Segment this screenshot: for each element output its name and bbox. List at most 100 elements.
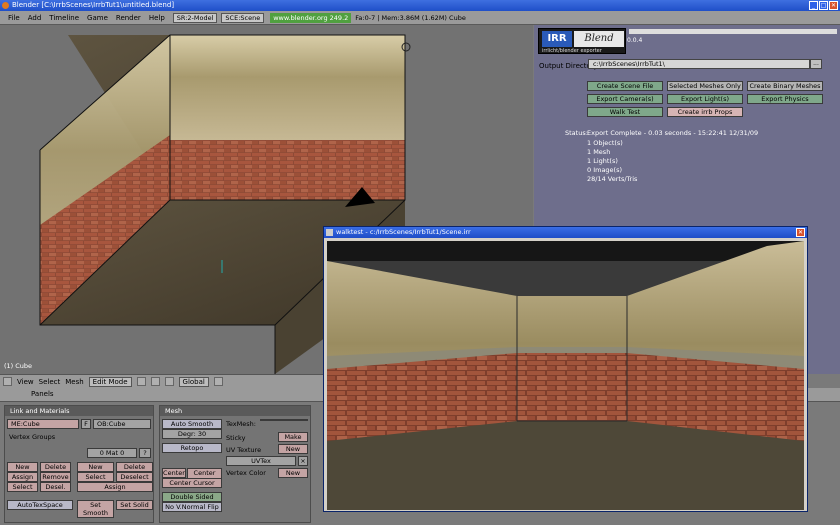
minimize-button[interactable]: _ — [809, 1, 818, 10]
vgroup-select-button[interactable]: Select — [7, 482, 38, 492]
center-button[interactable]: Center — [162, 468, 186, 478]
menu-add[interactable]: Add — [24, 11, 46, 25]
uvtex-delete-button[interactable]: × — [298, 456, 308, 466]
pivot-icon[interactable] — [150, 377, 160, 386]
vertex-color-label: Vertex Color — [226, 469, 266, 477]
walktest-title-bar: walktest - c:/IrrbScenes/IrrbTut1/Scene.… — [324, 227, 807, 238]
status-line: Export Complete - 0.03 seconds - 15:22:4… — [587, 129, 759, 137]
vgroup-new-button[interactable]: New — [7, 462, 38, 472]
menu-help[interactable]: Help — [145, 11, 169, 25]
status-line: 1 Mesh — [587, 148, 611, 156]
status-line: 1 Object(s) — [587, 139, 623, 147]
retopo-toggle[interactable]: Retopo — [162, 443, 222, 453]
mesh-panel: Mesh Auto Smooth Degr: 30 Retopo TexMesh… — [159, 405, 311, 523]
title-bar: Blender [C:\IrrbScenes\IrrbTut1\untitled… — [0, 0, 840, 11]
logo-irr: IRR — [542, 31, 572, 47]
sticky-make-button[interactable]: Make — [278, 432, 308, 442]
logo-blend: Blend — [574, 31, 624, 47]
manipulator-icon[interactable] — [164, 377, 174, 386]
panel-title: Mesh — [160, 406, 310, 416]
texmesh-field[interactable] — [260, 419, 308, 421]
room-render — [327, 241, 804, 510]
create-scene-button[interactable]: Create Scene File — [587, 81, 663, 91]
draw-type-icon[interactable] — [136, 377, 146, 386]
view-menu[interactable]: View — [17, 378, 34, 386]
material-index-field[interactable]: 0 Mat 0 — [87, 448, 137, 458]
autotexspace-toggle[interactable]: AutoTexSpace — [7, 500, 73, 510]
walktest-title: walktest - c:/IrrbScenes/IrrbTut1/Scene.… — [336, 228, 471, 236]
panels-label[interactable]: Panels — [31, 390, 54, 398]
window-title: Blender [C:\IrrbScenes\IrrbTut1\untitled… — [12, 1, 175, 9]
set-smooth-button[interactable]: Set Smooth — [77, 500, 114, 518]
export-lights-toggle[interactable]: Export Light(s) — [667, 94, 743, 104]
header-bar — [629, 29, 837, 34]
sticky-label: Sticky — [226, 434, 246, 442]
object-name-field[interactable]: OB:Cube — [93, 419, 151, 429]
editor-type-icon[interactable] — [3, 377, 12, 386]
auto-smooth-toggle[interactable]: Auto Smooth — [162, 419, 222, 429]
close-button[interactable]: ✕ — [829, 1, 838, 10]
center-cursor-button[interactable]: Center Cursor — [162, 478, 222, 488]
vertex-color-new-button[interactable]: New — [278, 468, 308, 478]
export-cameras-toggle[interactable]: Export Camera(s) — [587, 94, 663, 104]
screen-selector[interactable]: SR:2-Model — [172, 12, 218, 23]
material-assign-button[interactable]: Assign — [77, 482, 153, 492]
window-icon — [326, 229, 333, 236]
scene-selector[interactable]: SCE:Scene — [221, 12, 265, 23]
output-directory-field[interactable]: c:\IrrbScenes\IrrbTut1\ — [588, 59, 810, 69]
browse-button[interactable]: ... — [810, 59, 822, 69]
mode-dropdown[interactable]: Edit Mode — [88, 376, 132, 387]
fake-user-button[interactable]: F — [81, 419, 91, 429]
blender-logo-icon — [2, 2, 9, 9]
walktest-render[interactable] — [327, 241, 804, 510]
double-sided-toggle[interactable]: Double Sided — [162, 492, 222, 502]
material-help-button[interactable]: ? — [139, 448, 151, 458]
set-solid-button[interactable]: Set Solid — [116, 500, 153, 510]
panel-title: Link and Materials — [5, 406, 153, 416]
walk-test-button[interactable]: Walk Test — [587, 107, 663, 117]
link-materials-panel: Link and Materials ME:Cube F OB:Cube Ver… — [4, 405, 154, 523]
walktest-close-button[interactable]: ✕ — [796, 228, 805, 237]
object-label: (1) Cube — [4, 362, 33, 370]
uv-texture-label: UV Texture — [226, 446, 262, 454]
create-binary-toggle[interactable]: Create Binary Meshes — [747, 81, 823, 91]
vertex-groups-label: Vertex Groups — [9, 433, 56, 441]
material-select-button[interactable]: Select — [77, 472, 114, 482]
export-physics-toggle[interactable]: Export Physics — [747, 94, 823, 104]
vgroup-delete-button[interactable]: Delete — [40, 462, 71, 472]
logo-subtitle: irrlicht/blender exporter — [542, 48, 602, 54]
menu-bar: File Add Timeline Game Render Help SR:2-… — [0, 11, 840, 25]
menu-game[interactable]: Game — [83, 11, 112, 25]
degree-field[interactable]: Degr: 30 — [162, 429, 222, 439]
status-label: Status: — [565, 129, 588, 137]
texmesh-label: TexMesh: — [226, 420, 256, 428]
select-menu[interactable]: Select — [39, 378, 61, 386]
vgroup-assign-button[interactable]: Assign — [7, 472, 38, 482]
mesh-name-field[interactable]: ME:Cube — [7, 419, 79, 429]
version-label: 0.0.4 — [627, 37, 643, 44]
create-irrb-props-button[interactable]: Create irrb Props — [667, 107, 743, 117]
maximize-button[interactable]: □ — [819, 1, 828, 10]
uvtex-field[interactable]: UVTex — [226, 456, 296, 466]
status-line: 28/14 Verts/Tris — [587, 175, 638, 183]
material-new-button[interactable]: New — [77, 462, 114, 472]
irrb-logo: IRR Blend irrlicht/blender exporter — [538, 28, 626, 54]
scene-info: Fa:0-7 | Mem:3.86M (1.62M) Cube — [355, 13, 466, 22]
uv-texture-new-button[interactable]: New — [278, 444, 308, 454]
material-delete-button[interactable]: Delete — [116, 462, 153, 472]
mesh-menu[interactable]: Mesh — [65, 378, 83, 386]
menu-file[interactable]: File — [4, 11, 24, 25]
vgroup-remove-button[interactable]: Remove — [40, 472, 71, 482]
menu-timeline[interactable]: Timeline — [45, 11, 83, 25]
walktest-window[interactable]: walktest - c:/IrrbScenes/IrrbTut1/Scene.… — [323, 226, 808, 512]
blender-url: www.blender.org 249.2 — [270, 12, 352, 23]
no-vnormal-flip-toggle[interactable]: No V.Normal Flip — [162, 502, 222, 512]
material-deselect-button[interactable]: Deselect — [116, 472, 153, 482]
vgroup-deselect-button[interactable]: Desel. — [40, 482, 71, 492]
status-line: 1 Light(s) — [587, 157, 618, 165]
selected-meshes-toggle[interactable]: Selected Meshes Only — [667, 81, 743, 91]
menu-render[interactable]: Render — [112, 11, 145, 25]
status-line: 0 Image(s) — [587, 166, 623, 174]
orientation-dropdown[interactable]: Global — [178, 376, 209, 387]
layer-icon[interactable] — [213, 377, 223, 386]
